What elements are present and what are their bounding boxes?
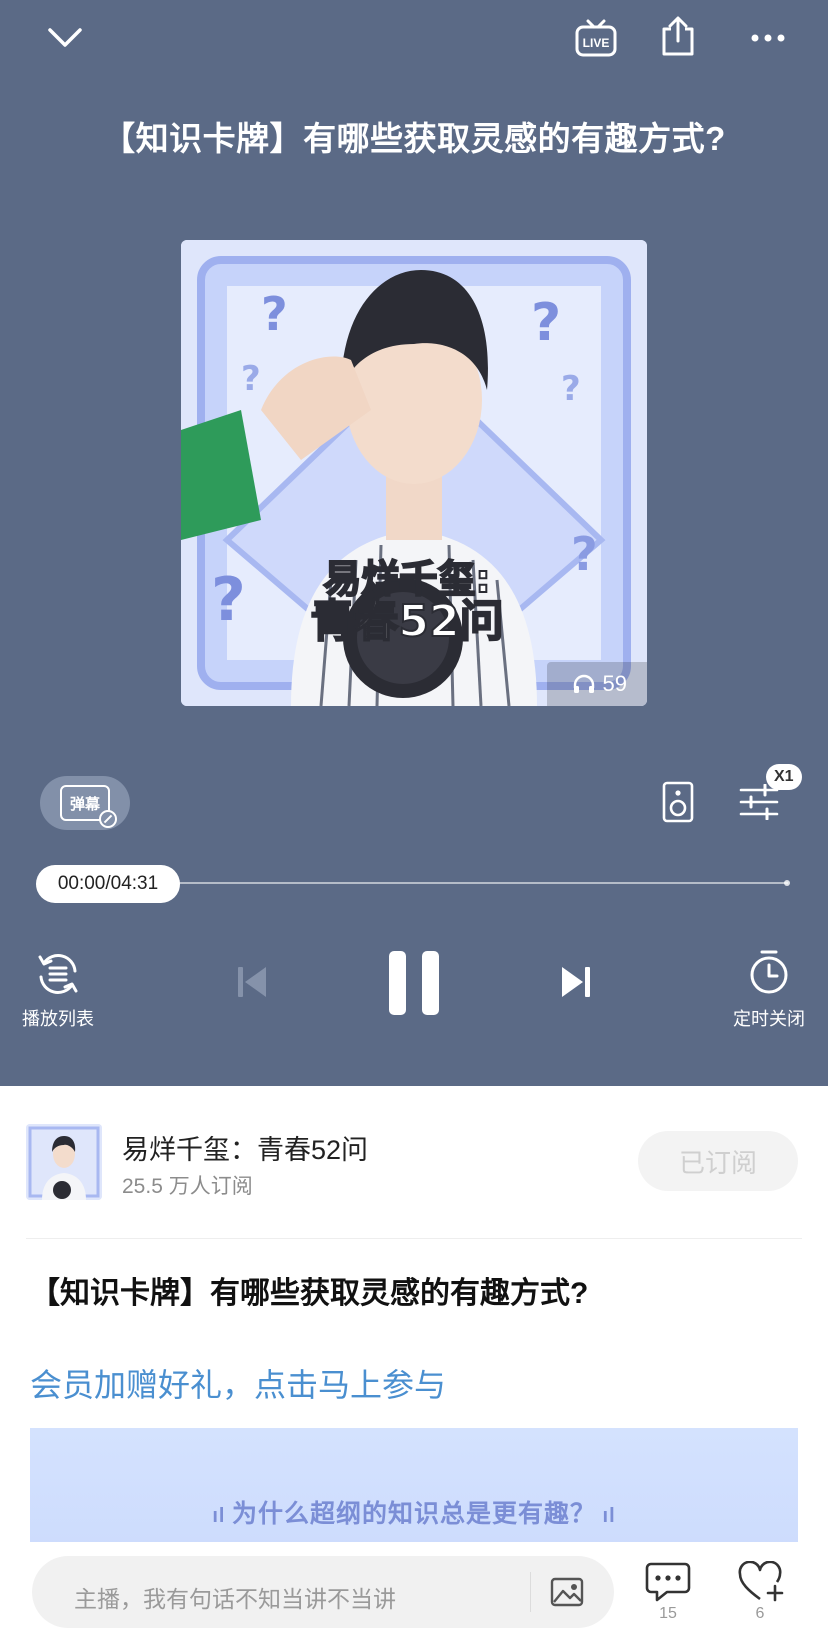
playlist-label: 播放列表 bbox=[22, 1009, 94, 1029]
comment-placeholder: 主播，我有句话不知当讲不当讲 bbox=[74, 1586, 396, 1612]
share-button[interactable] bbox=[656, 14, 700, 58]
promo-banner[interactable]: ıl 为什么超纲的知识总是更有趣？ ıl bbox=[30, 1428, 798, 1548]
pause-icon bbox=[389, 951, 439, 1015]
live-icon: LIVE bbox=[575, 19, 617, 57]
collapse-button[interactable] bbox=[40, 18, 90, 58]
progress-track[interactable] bbox=[170, 882, 788, 884]
timer-label: 定时关闭 bbox=[733, 1009, 805, 1029]
danmu-off-icon bbox=[99, 810, 117, 828]
playlist-button[interactable] bbox=[34, 950, 82, 998]
like-button[interactable] bbox=[736, 1560, 786, 1604]
more-button[interactable] bbox=[748, 26, 788, 50]
input-separator bbox=[530, 1572, 531, 1612]
svg-text:?: ? bbox=[531, 293, 561, 353]
svg-text:青春52问: 青春52问 bbox=[310, 596, 503, 647]
share-icon bbox=[662, 16, 694, 56]
image-button[interactable] bbox=[548, 1574, 586, 1610]
equalizer-icon bbox=[739, 784, 779, 820]
album-thumbnail-art bbox=[26, 1124, 102, 1200]
svg-text:?: ? bbox=[241, 359, 261, 399]
sparkle-right-icon: ıl bbox=[596, 1505, 616, 1527]
album-cover: ? ? ? ? ? ? 易烊千玺: 青春52问 59 bbox=[181, 240, 647, 706]
headphones-icon bbox=[573, 674, 594, 693]
album-name[interactable]: 易烊千玺：青春52问 bbox=[122, 1128, 368, 1167]
cover-artwork: ? ? ? ? ? ? 易烊千玺: 青春52问 bbox=[181, 240, 647, 706]
danmu-icon: 弹幕 bbox=[60, 785, 117, 828]
speed-badge: X1 bbox=[766, 764, 802, 790]
play-count-badge: 59 bbox=[546, 662, 647, 706]
skip-next-icon bbox=[562, 967, 590, 997]
live-button[interactable]: LIVE bbox=[574, 18, 618, 58]
danmu-toggle[interactable]: 弹幕 bbox=[40, 776, 130, 830]
svg-text:?: ? bbox=[571, 527, 598, 581]
svg-text:?: ? bbox=[261, 287, 288, 341]
banner-text: ıl 为什么超纲的知识总是更有趣？ ıl bbox=[212, 1500, 616, 1528]
svg-text:?: ? bbox=[561, 369, 581, 409]
member-promo-link[interactable]: 会员加赠好礼，点击马上参与 bbox=[30, 1360, 446, 1406]
more-icon bbox=[751, 34, 785, 42]
subscribe-button[interactable]: 已订阅 bbox=[638, 1131, 798, 1191]
sparkle-left-icon: ıl bbox=[212, 1505, 232, 1527]
previous-button[interactable] bbox=[232, 962, 272, 1002]
svg-text:LIVE: LIVE bbox=[583, 36, 610, 50]
speaker-icon bbox=[662, 781, 694, 823]
chevron-down-icon bbox=[48, 28, 82, 47]
timer-icon bbox=[750, 950, 788, 994]
skip-previous-icon bbox=[238, 967, 266, 997]
pause-button[interactable] bbox=[384, 948, 444, 1018]
image-icon bbox=[550, 1577, 584, 1607]
comment-count: 15 bbox=[659, 1605, 677, 1622]
playlist-icon bbox=[38, 954, 78, 994]
speaker-button[interactable] bbox=[658, 780, 698, 824]
next-button[interactable] bbox=[556, 962, 596, 1002]
divider bbox=[26, 1238, 802, 1239]
album-subscribers: 25.5 万人订阅 bbox=[122, 1175, 253, 1198]
svg-text:易烊千玺:: 易烊千玺: bbox=[323, 557, 490, 601]
play-count: 59 bbox=[602, 671, 627, 696]
comment-icon bbox=[645, 1562, 691, 1602]
danmu-label: 弹幕 bbox=[69, 795, 100, 813]
album-thumbnail[interactable] bbox=[26, 1124, 102, 1200]
timer-button[interactable] bbox=[746, 948, 792, 996]
episode-title: 【知识卡牌】有哪些获取灵感的有趣方式? bbox=[102, 120, 726, 157]
episode-title-body: 【知识卡牌】有哪些获取灵感的有趣方式? bbox=[30, 1277, 589, 1310]
heart-plus-icon bbox=[738, 1561, 784, 1602]
progress-end-dot bbox=[784, 880, 790, 886]
comment-button[interactable] bbox=[644, 1560, 692, 1604]
svg-text:?: ? bbox=[211, 565, 246, 635]
progress-thumb[interactable]: 00:00/04:31 bbox=[36, 865, 180, 903]
like-count: 6 bbox=[755, 1605, 765, 1622]
